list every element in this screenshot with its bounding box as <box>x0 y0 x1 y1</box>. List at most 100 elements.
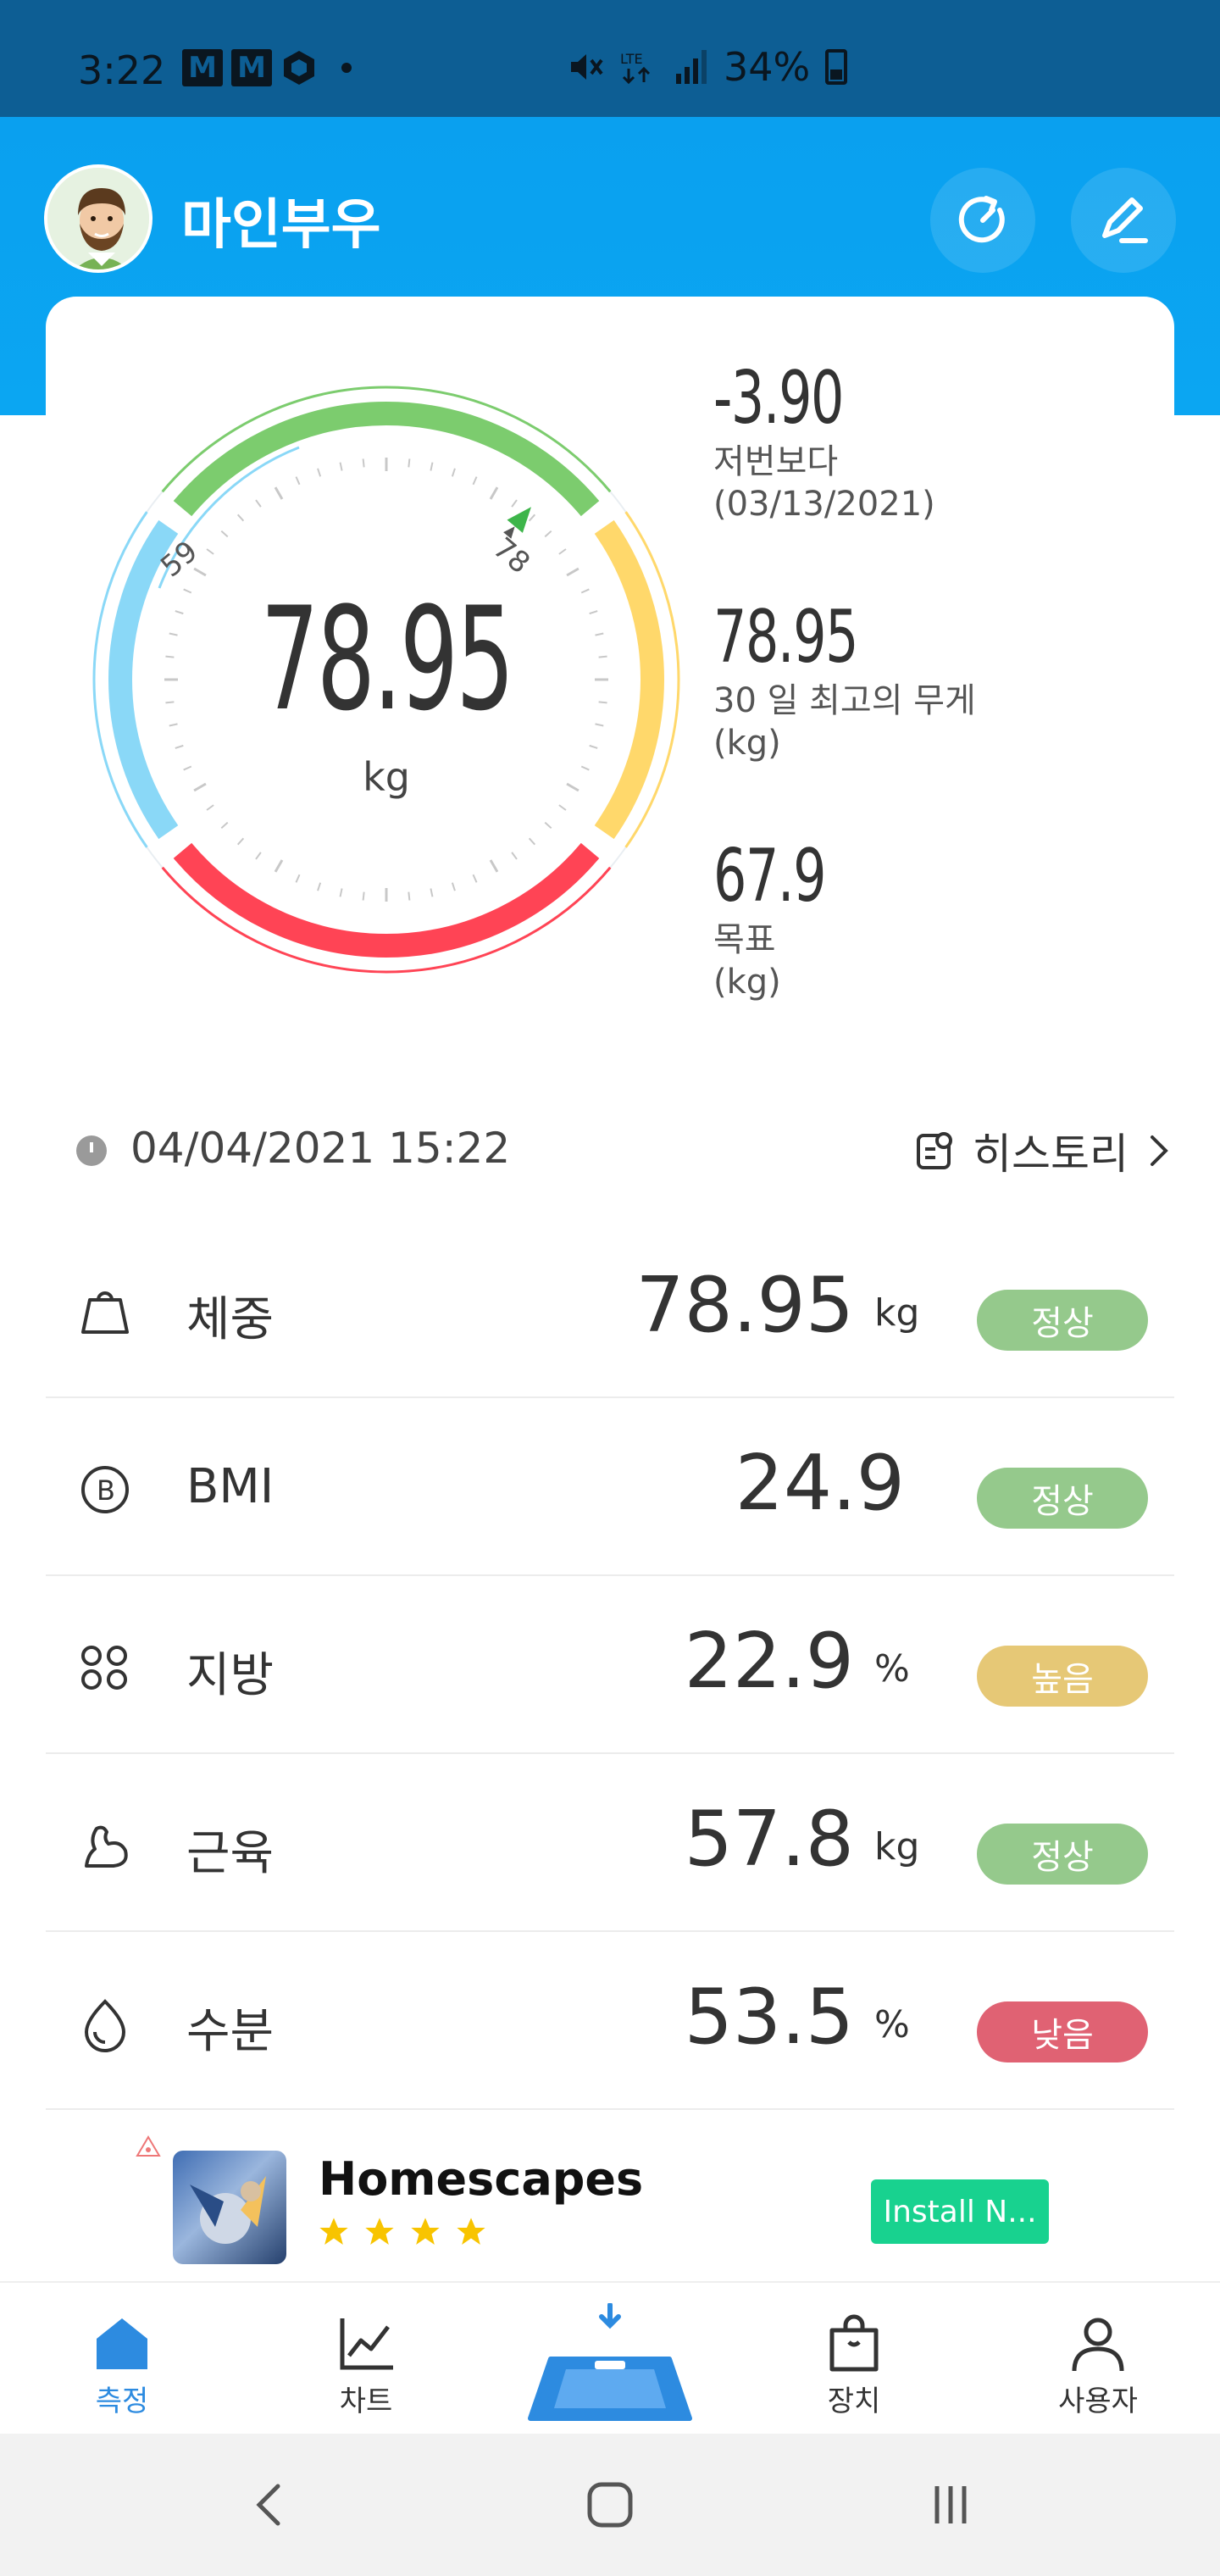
username: 마인부우 <box>181 194 381 257</box>
weight-icon <box>81 1291 129 1334</box>
history-label: 히스토리 <box>973 1130 1128 1179</box>
current-weight-unit: kg <box>363 754 410 800</box>
stat-change-label: 저번보다 <box>713 442 839 481</box>
stat-max-unit: (kg) <box>713 724 781 763</box>
gauge-tick <box>528 837 536 846</box>
ad-rating <box>317 2215 488 2249</box>
star-icon <box>365 2218 394 2245</box>
metric-value: 24.9 <box>735 1439 905 1528</box>
gauge-tick <box>339 462 343 471</box>
gauge-tick <box>566 567 580 577</box>
metric-row-muscle[interactable]: 근육 57.8 kg 정상 <box>46 1754 1174 1932</box>
nav-scale-button[interactable] <box>525 2302 695 2430</box>
metric-unit: % <box>874 1647 910 1690</box>
gauge-tick <box>558 548 567 555</box>
gauge-tick <box>408 891 411 901</box>
metric-value: 57.8 <box>684 1795 854 1884</box>
metric-name: 근육 <box>186 1826 274 1881</box>
metric-name: 체중 <box>186 1292 274 1347</box>
gauge-tick <box>206 548 214 555</box>
stat-goal-label: 목표 <box>713 920 776 959</box>
gauge-tick <box>339 888 343 897</box>
metric-unit: kg <box>874 1825 920 1868</box>
status-right: LTE 34% <box>566 44 848 90</box>
svg-text:LTE: LTE <box>620 51 643 67</box>
nav-chart[interactable]: 차트 <box>281 2283 451 2435</box>
lte-icon: LTE <box>620 51 651 85</box>
sync-button[interactable] <box>930 168 1035 273</box>
star-icon <box>411 2218 440 2245</box>
current-weight: 78.95 <box>260 576 514 742</box>
gauge-tick <box>430 888 434 897</box>
metric-row-bmi[interactable]: B BMI 24.9 정상 <box>46 1398 1174 1576</box>
home-button-icon[interactable] <box>576 2471 644 2539</box>
gauge-tick <box>206 804 214 811</box>
stat-change-value: -3.90 <box>713 356 844 441</box>
water-icon <box>84 1999 126 2052</box>
ad-install-button[interactable]: Install N... <box>871 2179 1049 2244</box>
nav-device[interactable]: 장치 <box>769 2283 939 2435</box>
edit-button[interactable] <box>1071 168 1176 273</box>
gauge-tick <box>274 486 284 500</box>
gauge-tick <box>472 476 478 486</box>
stat-max: 78.95 30 일 최고의 무게 (kg) <box>713 595 976 764</box>
history-icon <box>917 1132 952 1169</box>
user-icon <box>1072 2318 1124 2372</box>
nav-measure[interactable]: 측정 <box>37 2283 207 2435</box>
device-bag-icon <box>829 2314 879 2372</box>
weight-summary-card: 59 78 78.95 kg -3.90 저번보다 (03/13/2021) 7… <box>46 297 1174 1059</box>
nav-label: 장치 <box>827 2384 881 2418</box>
metric-row-fat[interactable]: 지방 22.9 % 높음 <box>46 1576 1174 1754</box>
back-icon[interactable] <box>236 2471 303 2539</box>
system-navigation-bar <box>0 2434 1220 2576</box>
bmi-icon: B <box>81 1466 129 1513</box>
gauge-tick <box>193 567 207 577</box>
battery-icon <box>825 49 848 85</box>
metric-row-water[interactable]: 수분 53.5 % 낮음 <box>46 1932 1174 2110</box>
avatar-illustration <box>47 168 149 269</box>
gauge-tick <box>175 744 184 749</box>
metric-row-weight[interactable]: 체중 78.95 kg 정상 <box>46 1220 1174 1398</box>
gauge-tick <box>295 874 301 883</box>
metric-name: BMI <box>186 1459 274 1514</box>
gauge-tick <box>408 458 411 468</box>
ad-app-image[interactable] <box>173 2151 286 2264</box>
home-icon <box>97 2318 147 2369</box>
metric-value: 53.5 <box>684 1973 854 2062</box>
status-badge: 정상 <box>977 1468 1148 1529</box>
gauge-tick <box>544 530 552 538</box>
status-badge: 정상 <box>977 1824 1148 1885</box>
gauge-tick <box>598 655 607 658</box>
history-link[interactable]: 히스토리 <box>913 1117 1174 1185</box>
recent-apps-icon[interactable] <box>917 2471 984 2539</box>
status-badge: 정상 <box>977 1290 1148 1351</box>
user-avatar[interactable] <box>44 164 152 273</box>
edit-icon <box>1102 197 1148 243</box>
ad-title[interactable]: Homescapes <box>319 2152 643 2206</box>
status-badge: 높음 <box>977 1646 1148 1707</box>
gauge-tick <box>362 891 365 901</box>
battery-percent: 34% <box>724 44 811 90</box>
measurement-datetime: 04/04/2021 15:22 <box>130 1124 511 1173</box>
ad-banner[interactable]: Homescapes Install N... <box>0 2115 1220 2281</box>
gauge-tick <box>451 882 456 891</box>
muscle-icon <box>85 1825 128 1868</box>
metric-value: 78.95 <box>635 1261 854 1350</box>
gauge-tick <box>362 458 365 468</box>
status-badge: 낮음 <box>977 2001 1148 2062</box>
nav-user[interactable]: 사용자 <box>1013 2283 1183 2435</box>
gauge-tick <box>558 804 567 811</box>
gauge-tick <box>220 530 229 538</box>
clock-icon <box>76 1135 107 1166</box>
gauge-tick <box>511 499 518 508</box>
chevron-right-icon <box>1151 1135 1168 1166</box>
gauge-tick <box>220 821 229 830</box>
stat-goal: 67.9 목표 (kg) <box>713 834 868 1003</box>
gauge-tick <box>472 874 478 883</box>
app-notification-icon <box>284 51 314 85</box>
stat-change-date: (03/13/2021) <box>713 485 935 524</box>
gauge-tick <box>544 821 552 830</box>
nav-label: 사용자 <box>1058 2384 1138 2418</box>
ad-choices-icon[interactable] <box>136 2135 161 2157</box>
gauge-tick <box>528 514 536 522</box>
